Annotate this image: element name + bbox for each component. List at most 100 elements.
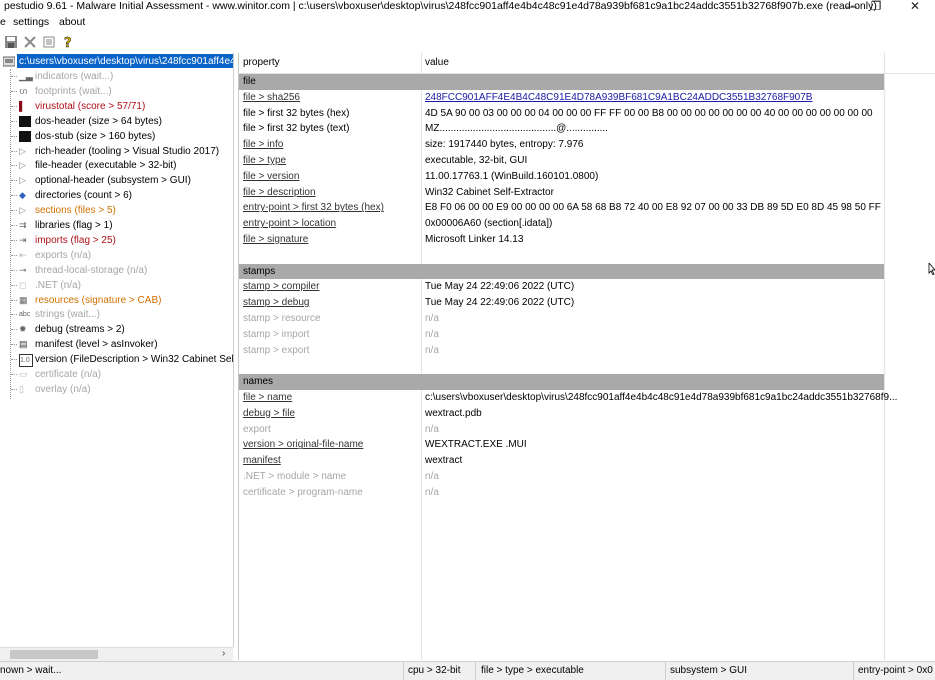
tree-root[interactable]: c:\users\vboxuser\desktop\virus\248fcc90… [0,54,233,69]
cell-property[interactable]: debug > file [243,406,295,422]
mouse-cursor-icon [928,263,935,275]
table-row[interactable]: file > version 11.00.17763.1 (WinBuild.16… [239,169,884,185]
cell-property[interactable]: version > original-file-name [243,437,363,453]
tree-item-version[interactable]: 1.0 version (FileDescription > Win32 Cabi… [0,352,233,368]
cell-property[interactable]: stamp > debug [243,295,309,311]
cell-property: stamp > export [243,344,310,356]
table-row[interactable]: entry-point > location 0x00006A60 (sectio… [239,216,884,232]
col-value-header[interactable]: value [425,57,449,68]
cell-property: names [243,376,274,388]
table-row[interactable]: file > info size: 1917440 bytes, entropy:… [239,137,884,153]
col-property-header[interactable]: property [243,57,280,68]
tree-item-label: certificate (n/a) [35,369,102,380]
table-row[interactable]: stamp > compiler Tue May 24 22:49:06 2022… [239,279,884,295]
tree-item-exports[interactable]: ⇤ exports (n/a) [0,248,233,263]
tree-item-dos-header[interactable]: dos-header (size > 64 bytes) [0,114,233,129]
table-row[interactable]: file > signature Microsoft Linker 14.13 [239,232,884,248]
table-row[interactable]: file > sha256 248FCC901AFF4E4B4C48C91E4D7… [239,90,884,106]
restore-button[interactable]: ❐ [861,0,891,14]
save-icon[interactable] [4,35,18,49]
cell-property[interactable]: file > type [243,153,286,169]
cell-property[interactable]: file > name [243,390,292,406]
table-row[interactable]: file > first 32 bytes (hex) 4D 5A 90 00 0… [239,106,884,122]
tree-item-label: file-header (executable > 32-bit) [35,160,177,172]
tree-item-label: exports (n/a) [35,249,92,261]
tree-item-optional-header[interactable]: ▷ optional-header (subsystem > GUI) [0,173,233,188]
tree-item-label: indicators (wait...) [35,71,114,82]
table-row[interactable]: stamp > resource n/a [239,311,884,327]
arrow-icon: ▷ [19,160,26,171]
tree-item-sections[interactable]: ▷ sections (files > 5) [0,203,233,218]
tls-icon: ⊸ [19,264,27,275]
table-row[interactable]: certificate > program-name n/a [239,485,884,501]
menu-file[interactable]: e [0,16,6,28]
tree-item-certificate[interactable]: ▭ certificate (n/a) [0,367,233,382]
cell-property[interactable]: file > version [243,169,299,185]
menu-settings[interactable]: settings [13,16,49,28]
cell-property[interactable]: file > description [243,185,316,201]
help-icon[interactable]: ? [61,35,75,49]
tree-item-label: sections (files > 5) [35,205,116,217]
tree-item-virustotal[interactable]: ▌ virustotal (score > 57/71) [0,99,233,114]
section-header[interactable]: stamps [239,263,884,280]
table-row[interactable]: entry-point > first 32 bytes (hex) E8 F0 … [239,200,884,216]
close-icon[interactable] [23,35,37,49]
list-icon[interactable] [42,35,56,49]
table-row[interactable]: stamp > import n/a [239,327,884,343]
table-row[interactable]: stamp > debug Tue May 24 22:49:06 2022 (U… [239,295,884,311]
tree-item-strings[interactable]: abc strings (wait...) [0,307,233,322]
table-row[interactable]: file > first 32 bytes (text) MZ..........… [239,121,884,137]
tree-item-directories[interactable]: ◆ directories (count > 6) [0,188,233,203]
table-row[interactable]: file > description Win32 Cabinet Self-Ext… [239,185,884,201]
cell-property[interactable]: entry-point > location [243,216,336,232]
scroll-right-icon[interactable]: › [222,648,225,659]
tree-item-debug[interactable]: ✹ debug (streams > 2) [0,322,233,337]
status-separator [403,662,404,680]
tree-item-thread-local-storage[interactable]: ⊸ thread-local-storage (n/a) [0,263,233,278]
cell-value: E8 F0 06 00 00 E9 00 00 00 00 6A 58 68 B… [425,202,881,214]
table-row[interactable]: file > type executable, 32-bit, GUI [239,153,884,169]
tree-item-overlay[interactable]: ▯ overlay (n/a) [0,382,233,397]
column-divider-end [884,53,885,660]
cell-value: 11.00.17763.1 (WinBuild.160101.0800) [425,170,599,182]
section-header[interactable]: names [239,374,884,390]
cell-property: export [243,423,271,435]
cell-property[interactable]: stamp > compiler [243,279,319,295]
tree-item-imports[interactable]: ⇥ imports (flag > 25) [0,233,233,248]
tree-item-libraries[interactable]: ⇉ libraries (flag > 1) [0,218,233,233]
tree-item-manifest[interactable]: ▤ manifest (level > asInvoker) [0,337,233,352]
table-row[interactable]: file > name c:\users\vboxuser\desktop\vir… [239,390,897,406]
tree-item-dos-stub[interactable]: dos-stub (size > 160 bytes) [0,129,233,144]
directories-icon: ◆ [19,190,26,201]
cell-property[interactable]: entry-point > first 32 bytes (hex) [243,200,384,216]
tree-hscroll-thumb[interactable] [10,650,98,659]
tree-item-label: libraries (flag > 1) [35,220,113,231]
cell-property[interactable]: file > sha256 [243,90,300,106]
close-window-button[interactable]: ✕ [900,0,930,14]
tree-item-label: rich-header (tooling > Visual Studio 201… [35,145,220,157]
section-header[interactable]: file [239,74,884,90]
table-row[interactable]: version > original-file-name WEXTRACT.EXE… [239,437,884,453]
cell-value[interactable]: 248FCC901AFF4E4B4C48C91E4D78A939BF681C9A… [425,90,812,106]
status-separator [853,662,854,680]
status-seg: entry-point > 0x0 [858,665,933,676]
cell-property[interactable]: file > info [243,137,283,153]
tree-root-label[interactable]: c:\users\vboxuser\desktop\virus\248fcc90… [17,54,233,68]
tree-hscrollbar[interactable]: › [0,647,233,661]
table-row[interactable]: .NET > module > name n/a [239,469,884,485]
menu-about[interactable]: about [59,16,85,28]
tree-item-indicators[interactable]: ▁▃ indicators (wait...) [0,69,233,84]
table-row[interactable]: export n/a [239,422,884,438]
tree-item-resources[interactable]: ▦ resources (signature > CAB) [0,293,233,308]
cell-property[interactable]: file > signature [243,232,308,248]
table-row[interactable]: debug > file wextract.pdb [239,406,884,422]
tree-item-footprints[interactable]: ഗ footprints (wait...) [0,84,233,99]
table-row[interactable]: stamp > export n/a [239,343,884,359]
table-row[interactable]: manifest wextract [239,453,884,469]
tree-item-net[interactable]: ◻ .NET (n/a) [0,278,233,293]
cell-property[interactable]: manifest [243,453,281,469]
cell-property: file > first 32 bytes (hex) [243,107,350,119]
overlay-icon: ▯ [19,383,24,394]
tree-item-file-header[interactable]: ▷ file-header (executable > 32-bit) [0,158,233,173]
tree-item-rich-header[interactable]: ▷ rich-header (tooling > Visual Studio 20… [0,144,233,159]
